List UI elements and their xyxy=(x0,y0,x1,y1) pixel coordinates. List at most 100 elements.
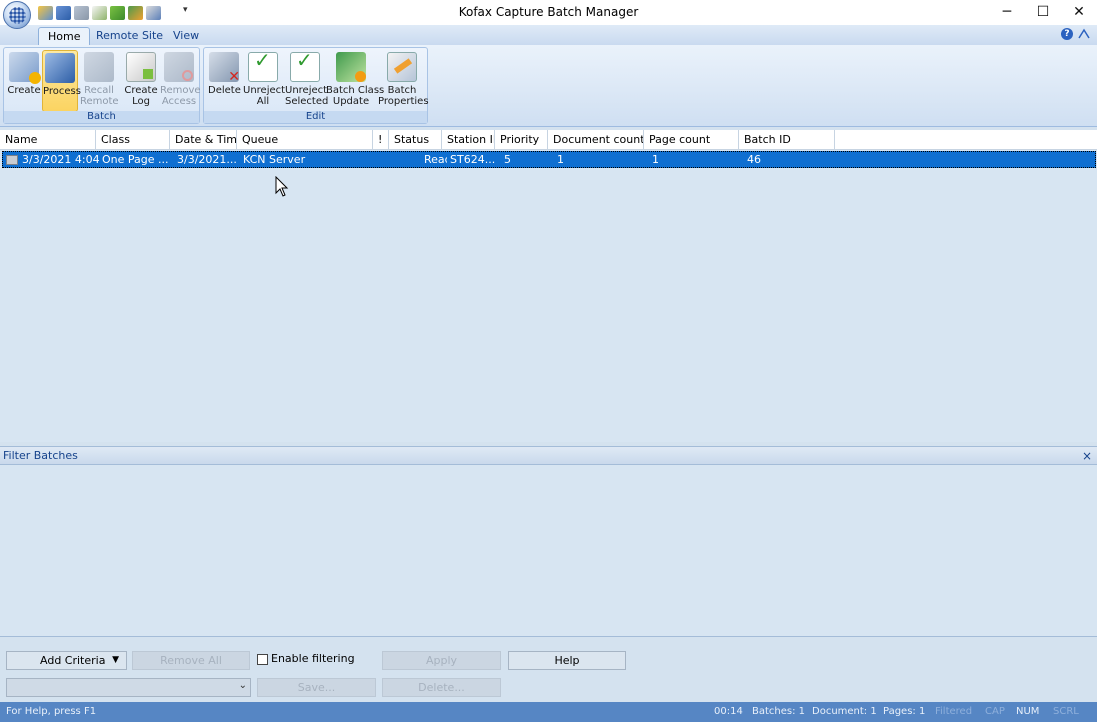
status-batches: Batches: 1 xyxy=(752,706,806,717)
filter-batches-title: Filter Batches xyxy=(3,449,78,462)
recall-remote-label-2: Remote xyxy=(80,96,119,107)
batch-icon xyxy=(6,155,18,165)
cell-station-id: ST624... xyxy=(450,153,496,166)
create-log-button[interactable]: Create Log xyxy=(124,50,158,112)
unreject-selected-label-2: Selected xyxy=(285,96,329,107)
save-filter-button[interactable]: Save... xyxy=(257,678,376,697)
close-button[interactable]: ✕ xyxy=(1061,0,1097,25)
create-batch-label: Create xyxy=(7,85,41,96)
batch-properties-icon xyxy=(387,52,417,82)
table-row[interactable]: 3/3/2021 4:04... One Page ... 3/3/2021..… xyxy=(2,151,1096,168)
mouse-cursor-icon xyxy=(275,176,289,197)
process-batch-label: Process xyxy=(43,86,81,97)
process-batch-button[interactable]: Process xyxy=(42,50,81,112)
status-scrl: SCRL xyxy=(1053,706,1079,717)
column-header-flag[interactable]: ! xyxy=(373,130,389,150)
unreject-all-icon: ✓ xyxy=(248,50,278,82)
tab-home[interactable]: Home xyxy=(38,27,91,46)
saved-filter-combobox[interactable]: ⌄ xyxy=(6,678,251,697)
create-batch-button[interactable]: Create xyxy=(7,50,41,112)
apply-button[interactable]: Apply xyxy=(382,651,501,670)
status-time: 00:14 xyxy=(714,706,743,717)
tab-view[interactable]: View xyxy=(164,27,208,46)
column-header-name[interactable]: Name xyxy=(0,130,96,150)
status-cap: CAP xyxy=(985,706,1005,717)
batch-class-update-label-1: Batch Class xyxy=(326,85,385,96)
column-header-status[interactable]: Status xyxy=(389,130,442,150)
maximize-button[interactable]: ☐ xyxy=(1025,0,1061,25)
remove-access-button[interactable]: Remove Access xyxy=(160,50,201,112)
add-criteria-button[interactable]: Add Criteria ▼ xyxy=(6,651,127,670)
kofax-logo-icon xyxy=(9,7,26,24)
status-filtered: Filtered xyxy=(935,706,973,717)
delete-button[interactable]: ✕ Delete xyxy=(208,50,241,112)
remove-all-button[interactable]: Remove All xyxy=(132,651,250,670)
column-header-station-id[interactable]: Station ID xyxy=(442,130,495,150)
enable-filtering-checkbox[interactable] xyxy=(257,654,268,665)
cell-date-time: 3/3/2021... xyxy=(177,153,237,166)
status-bar: For Help, press F1 00:14 Batches: 1 Docu… xyxy=(0,702,1097,722)
delete-icon: ✕ xyxy=(209,52,240,84)
ribbon-options-icon[interactable] xyxy=(1077,28,1091,40)
unreject-selected-label-1: Unreject xyxy=(285,85,328,96)
create-log-icon xyxy=(126,52,156,82)
recall-remote-button[interactable]: Recall Remote xyxy=(80,50,119,112)
filter-pane-close-icon[interactable]: × xyxy=(1082,447,1092,465)
batch-properties-label-2: Properties xyxy=(378,96,429,107)
cell-status: Ready xyxy=(424,153,447,166)
unreject-all-label-2: All xyxy=(256,96,270,107)
status-help-text: For Help, press F1 xyxy=(6,706,97,717)
batch-class-update-button[interactable]: Batch Class Update xyxy=(326,50,385,112)
column-header-class[interactable]: Class xyxy=(96,130,170,150)
column-header-date-time[interactable]: Date & Time xyxy=(170,130,237,150)
cell-flag xyxy=(376,152,392,168)
batch-list-header: Name Class Date & Time Queue ! Status St… xyxy=(0,130,1097,150)
window-title: Kofax Capture Batch Manager xyxy=(458,5,639,19)
batch-properties-button[interactable]: Batch Properties xyxy=(378,50,429,112)
batch-list[interactable]: Name Class Date & Time Queue ! Status St… xyxy=(0,130,1097,442)
delete-filter-button[interactable]: Delete... xyxy=(382,678,501,697)
batch-properties-label-1: Batch xyxy=(387,85,417,96)
column-header-batch-id[interactable]: Batch ID xyxy=(739,130,835,150)
status-document: Document: 1 xyxy=(812,706,877,717)
cell-document-count: 1 xyxy=(557,153,564,166)
title-bar: ▾ Kofax Capture Batch Manager ─ ☐ ✕ xyxy=(0,0,1097,29)
create-batch-icon xyxy=(9,52,41,84)
cell-priority: 5 xyxy=(504,153,511,166)
ribbon: Create Process Recall Remote Create Log … xyxy=(0,45,1097,127)
enable-filtering-label[interactable]: Enable filtering xyxy=(271,652,355,665)
remove-access-label-2: Access xyxy=(161,96,197,107)
ribbon-group-edit-label: Edit xyxy=(204,111,427,123)
ribbon-help-area: ? xyxy=(1061,28,1091,40)
ribbon-group-batch: Create Process Recall Remote Create Log … xyxy=(3,47,201,124)
application-orb-button[interactable] xyxy=(3,1,31,29)
unreject-selected-button[interactable]: ✓ Unreject Selected xyxy=(285,50,329,112)
column-header-queue[interactable]: Queue xyxy=(237,130,373,150)
help-button[interactable]: Help xyxy=(508,651,626,670)
column-header-page-count[interactable]: Page count xyxy=(644,130,739,150)
cell-queue: KCN Server xyxy=(243,153,306,166)
ribbon-group-batch-label: Batch xyxy=(4,111,199,123)
column-header-priority[interactable]: Priority xyxy=(495,130,548,150)
tab-remote-site[interactable]: Remote Site xyxy=(87,27,172,46)
column-header-document-count[interactable]: Document count xyxy=(548,130,644,150)
remove-access-label-1: Remove xyxy=(160,85,201,96)
cell-name: 3/3/2021 4:04... xyxy=(22,153,99,166)
minimize-button[interactable]: ─ xyxy=(989,0,1025,25)
status-pages: Pages: 1 xyxy=(883,706,926,717)
recall-remote-icon xyxy=(84,52,114,82)
cell-batch-id: 46 xyxy=(747,153,761,166)
process-batch-icon xyxy=(45,53,75,83)
recall-remote-label-1: Recall xyxy=(84,85,114,96)
filter-controls: Add Criteria ▼ Remove All Enable filteri… xyxy=(0,638,1097,701)
delete-label: Delete xyxy=(208,85,241,96)
help-icon[interactable]: ? xyxy=(1061,28,1073,40)
filter-criteria-area[interactable] xyxy=(0,465,1097,637)
create-log-label-1: Create xyxy=(124,85,158,96)
unreject-all-label-1: Unreject xyxy=(243,85,286,96)
add-criteria-label: Add Criteria xyxy=(40,654,106,667)
remove-access-icon xyxy=(164,52,194,82)
ribbon-group-edit: ✕ Delete ✓ Unreject All ✓ Unreject Selec… xyxy=(203,47,429,124)
chevron-down-icon: ▼ xyxy=(112,655,119,665)
unreject-all-button[interactable]: ✓ Unreject All xyxy=(243,50,286,112)
